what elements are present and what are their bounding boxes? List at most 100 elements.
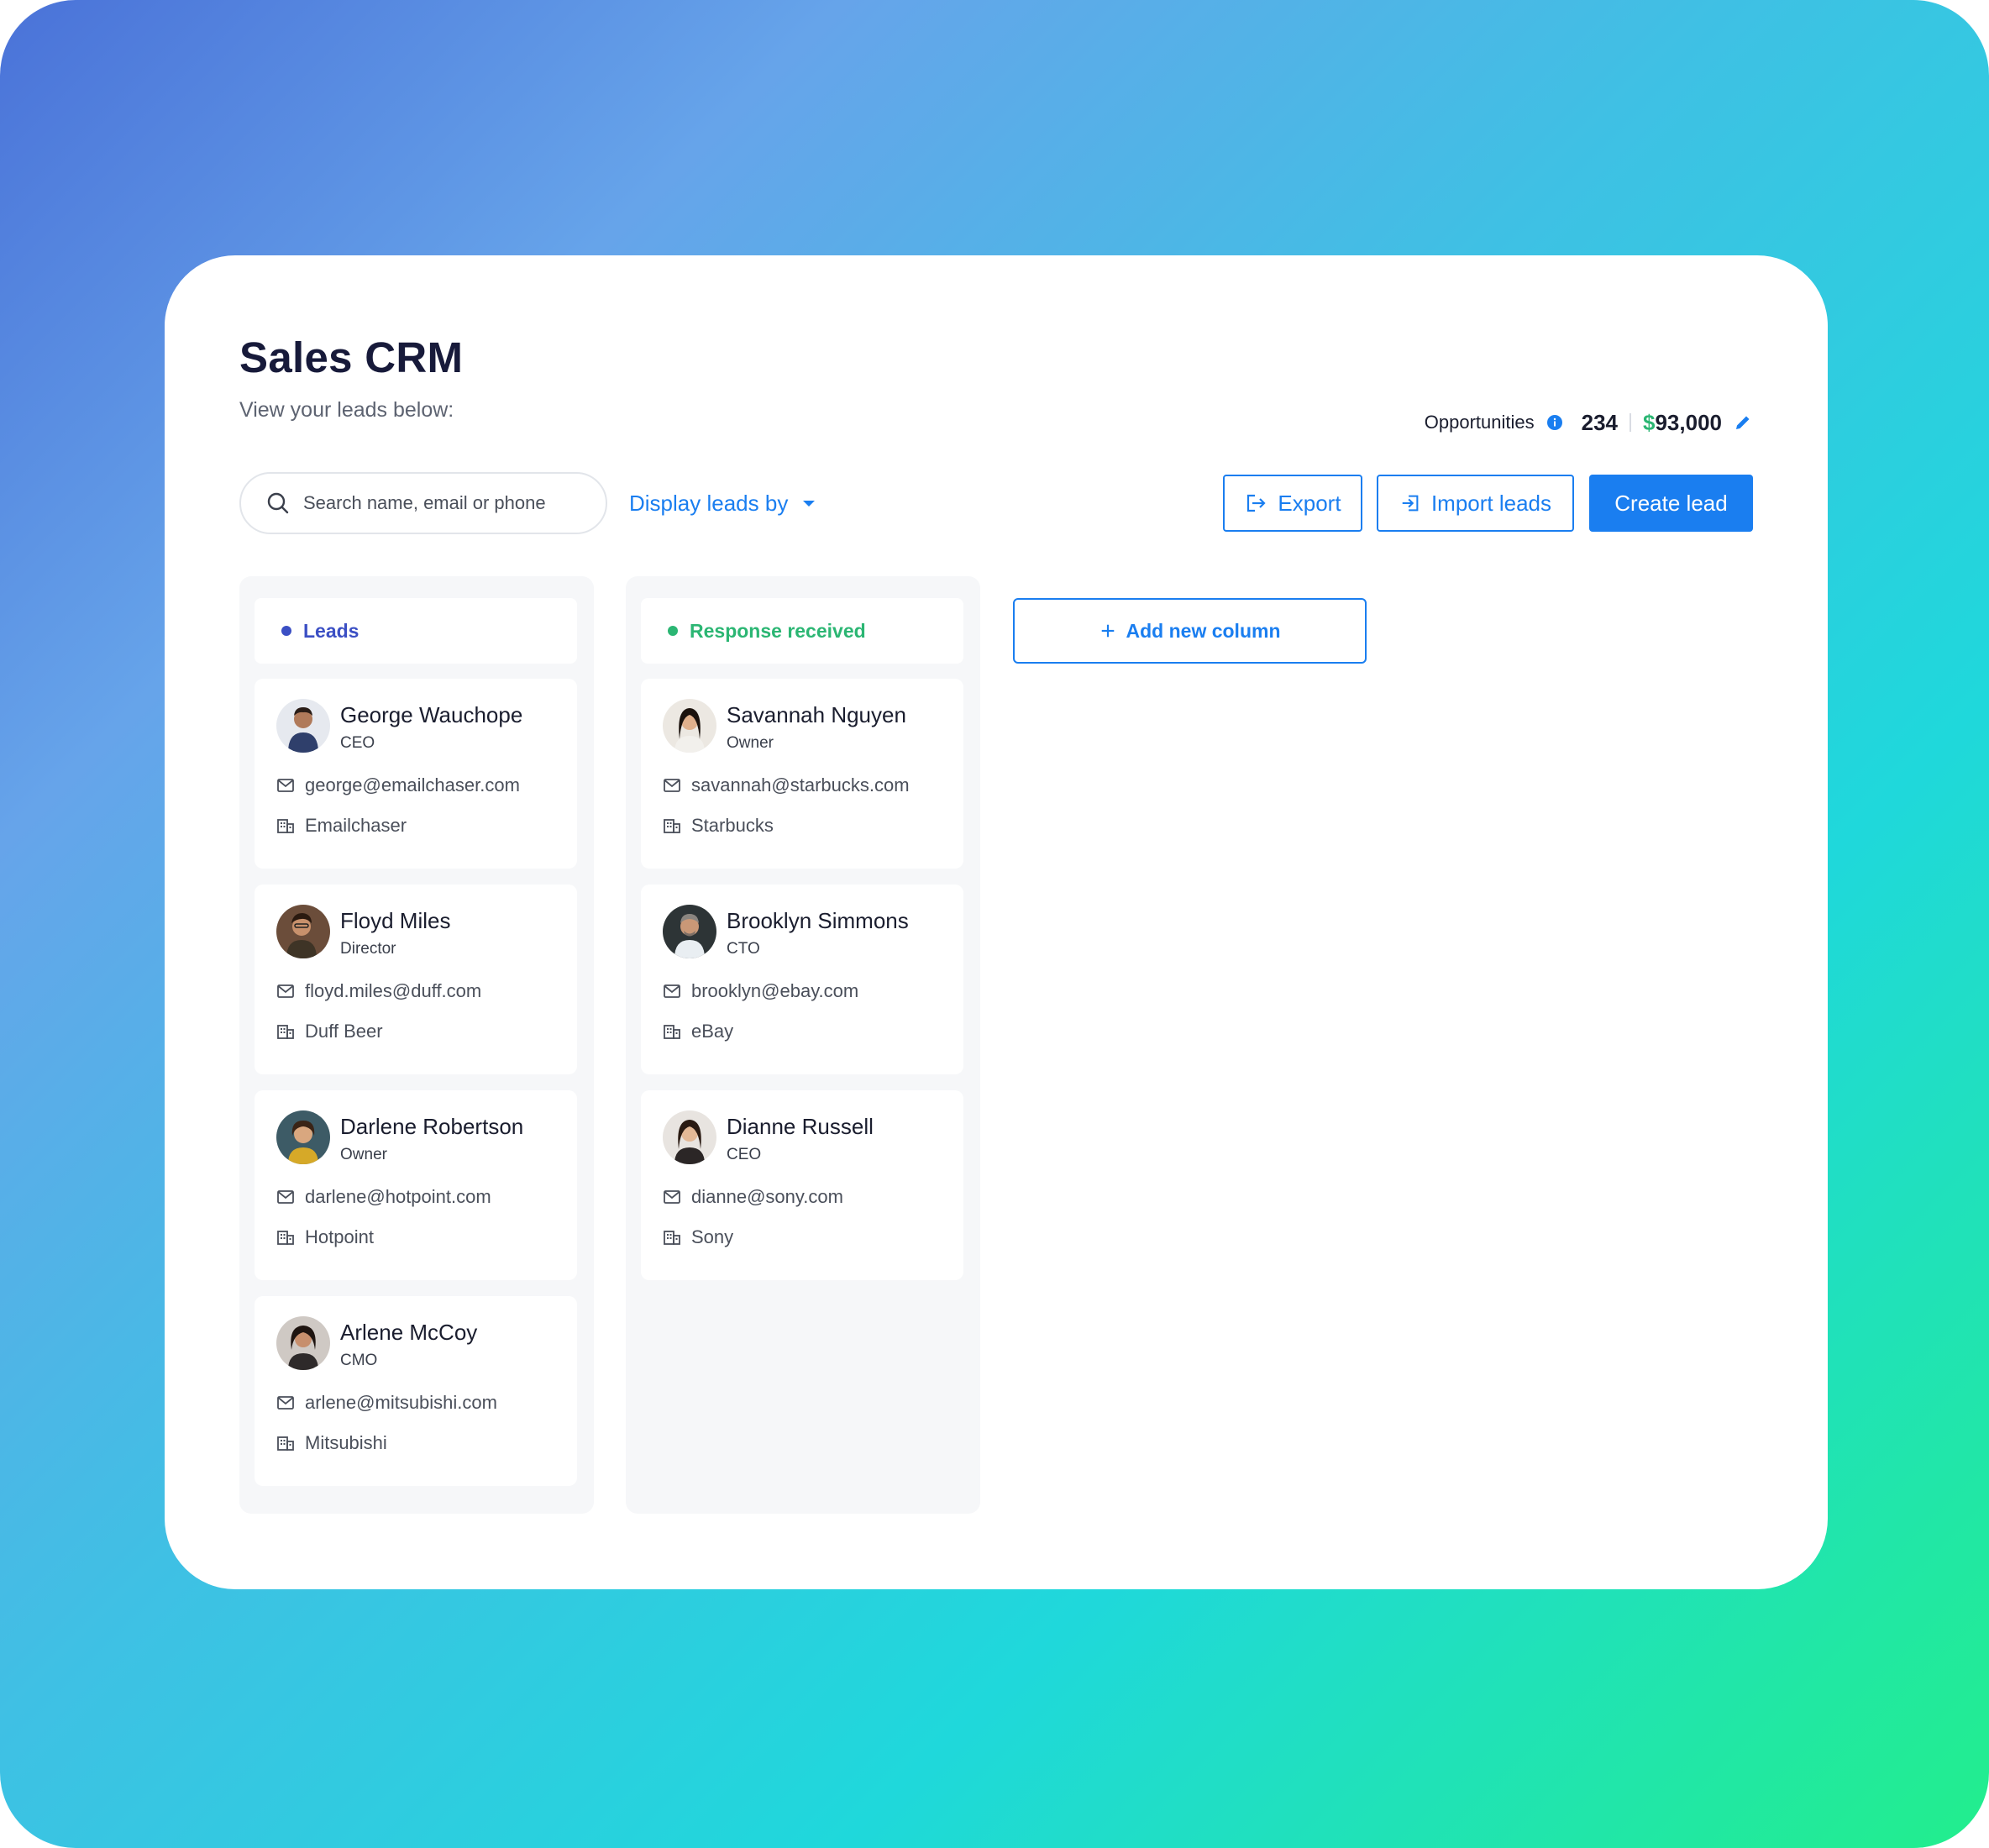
lead-company: Sony (691, 1226, 734, 1247)
avatar (276, 1316, 330, 1370)
lead-role: CEO (340, 734, 375, 752)
avatar (276, 699, 330, 753)
building-icon (277, 1025, 294, 1039)
lead-email[interactable]: arlene@mitsubishi.com (305, 1392, 497, 1414)
lead-email-row: floyd.miles@duff.com (276, 979, 481, 1004)
lead-email[interactable]: floyd.miles@duff.com (305, 980, 481, 1002)
lead-company: Emailchaser (305, 815, 407, 836)
lead-company: Duff Beer (305, 1021, 383, 1042)
mail-icon (277, 984, 294, 998)
lead-role: Director (340, 940, 396, 958)
page-subtitle: View your leads below: (239, 398, 454, 422)
lead-email-row: savannah@starbucks.com (663, 773, 910, 798)
lead-name: Arlene McCoy (340, 1320, 478, 1345)
pencil-icon[interactable] (1734, 413, 1752, 432)
lead-card[interactable]: Floyd Miles Director floyd.miles@duff.co… (255, 885, 577, 1074)
lead-email-row: dianne@sony.com (663, 1184, 843, 1210)
lead-role: Owner (340, 1146, 387, 1163)
lead-company-row: Emailchaser (276, 813, 407, 838)
column-title: Response received (690, 619, 866, 642)
lead-company-row: Duff Beer (276, 1019, 383, 1044)
building-icon (664, 1025, 680, 1039)
mail-icon (664, 779, 680, 792)
status-dot (281, 626, 291, 636)
mail-icon (277, 779, 294, 792)
search-input[interactable] (303, 492, 580, 514)
lead-name: Floyd Miles (340, 908, 451, 933)
mail-icon (277, 1396, 294, 1410)
lead-company: Hotpoint (305, 1226, 374, 1247)
info-icon[interactable] (1546, 414, 1563, 431)
lead-company-row: eBay (663, 1019, 733, 1044)
add-new-column-button[interactable]: Add new column (1013, 598, 1367, 664)
lead-company-row: Starbucks (663, 813, 774, 838)
create-lead-button[interactable]: Create lead (1589, 475, 1753, 532)
export-label: Export (1278, 490, 1341, 516)
mail-icon (664, 1190, 680, 1204)
building-icon (277, 1231, 294, 1245)
export-button[interactable]: Export (1223, 475, 1362, 532)
lead-name: George Wauchope (340, 702, 523, 727)
lead-name: Savannah Nguyen (727, 702, 906, 727)
lead-name: Brooklyn Simmons (727, 908, 909, 933)
column-response-received: Response received Savannah Nguyen Owner … (626, 576, 980, 1514)
caret-down-icon (803, 500, 816, 507)
opportunities-value: $93,000 (1643, 410, 1722, 436)
export-icon (1247, 494, 1266, 512)
column-header-leads[interactable]: Leads (255, 598, 577, 664)
lead-email[interactable]: george@emailchaser.com (305, 774, 520, 796)
display-leads-dropdown[interactable]: Display leads by (629, 486, 816, 521)
column-leads: Leads George Wauchope CEO george@emailch… (239, 576, 594, 1514)
column-title: Leads (303, 619, 359, 642)
lead-email[interactable]: darlene@hotpoint.com (305, 1186, 491, 1208)
lead-company-row: Sony (663, 1225, 733, 1250)
column-header-response-received[interactable]: Response received (641, 598, 963, 664)
avatar (663, 699, 716, 753)
lead-role: CEO (727, 1146, 762, 1163)
mail-icon (664, 984, 680, 998)
import-leads-button[interactable]: Import leads (1377, 475, 1574, 532)
add-column-label: Add new column (1126, 619, 1281, 642)
avatar (276, 1110, 330, 1164)
lead-name: Darlene Robertson (340, 1114, 524, 1139)
lead-card[interactable]: Savannah Nguyen Owner savannah@starbucks… (641, 679, 963, 869)
building-icon (664, 819, 680, 833)
lead-card[interactable]: Arlene McCoy CMO arlene@mitsubishi.com M… (255, 1296, 577, 1486)
status-dot (668, 626, 678, 636)
import-icon (1402, 495, 1419, 512)
lead-email-row: brooklyn@ebay.com (663, 979, 858, 1004)
lead-name: Dianne Russell (727, 1114, 874, 1139)
lead-company: eBay (691, 1021, 734, 1042)
lead-role: CTO (727, 940, 760, 958)
avatar (663, 905, 716, 958)
lead-email-row: darlene@hotpoint.com (276, 1184, 491, 1210)
lead-email[interactable]: dianne@sony.com (691, 1186, 843, 1208)
lead-card[interactable]: Brooklyn Simmons CTO brooklyn@ebay.com e… (641, 885, 963, 1074)
lead-company-row: Mitsubishi (276, 1431, 387, 1456)
lead-card[interactable]: George Wauchope CEO george@emailchaser.c… (255, 679, 577, 869)
plus-icon (1101, 624, 1114, 638)
page-title: Sales CRM (239, 333, 464, 381)
lead-email-row: george@emailchaser.com (276, 773, 520, 798)
lead-email[interactable]: brooklyn@ebay.com (691, 980, 858, 1002)
lead-company: Mitsubishi (305, 1432, 387, 1453)
lead-card[interactable]: Darlene Robertson Owner darlene@hotpoint… (255, 1090, 577, 1280)
search-box[interactable] (239, 472, 607, 534)
display-leads-label: Display leads by (629, 490, 789, 516)
lead-email-row: arlene@mitsubishi.com (276, 1390, 497, 1415)
lead-company-row: Hotpoint (276, 1225, 374, 1250)
crm-panel: Sales CRM View your leads below: Opportu… (165, 255, 1828, 1589)
building-icon (277, 819, 294, 833)
lead-role: Owner (727, 734, 774, 752)
lead-role: CMO (340, 1352, 378, 1369)
lead-card[interactable]: Dianne Russell CEO dianne@sony.com Sony (641, 1090, 963, 1280)
lead-email[interactable]: savannah@starbucks.com (691, 774, 910, 796)
opportunities-amount: 93,000 (1655, 409, 1722, 435)
lead-company: Starbucks (691, 815, 774, 836)
import-label: Import leads (1430, 490, 1552, 516)
search-icon (267, 492, 289, 514)
currency-symbol: $ (1643, 409, 1656, 435)
mail-icon (277, 1190, 294, 1204)
building-icon (664, 1231, 680, 1245)
divider (1630, 413, 1631, 432)
